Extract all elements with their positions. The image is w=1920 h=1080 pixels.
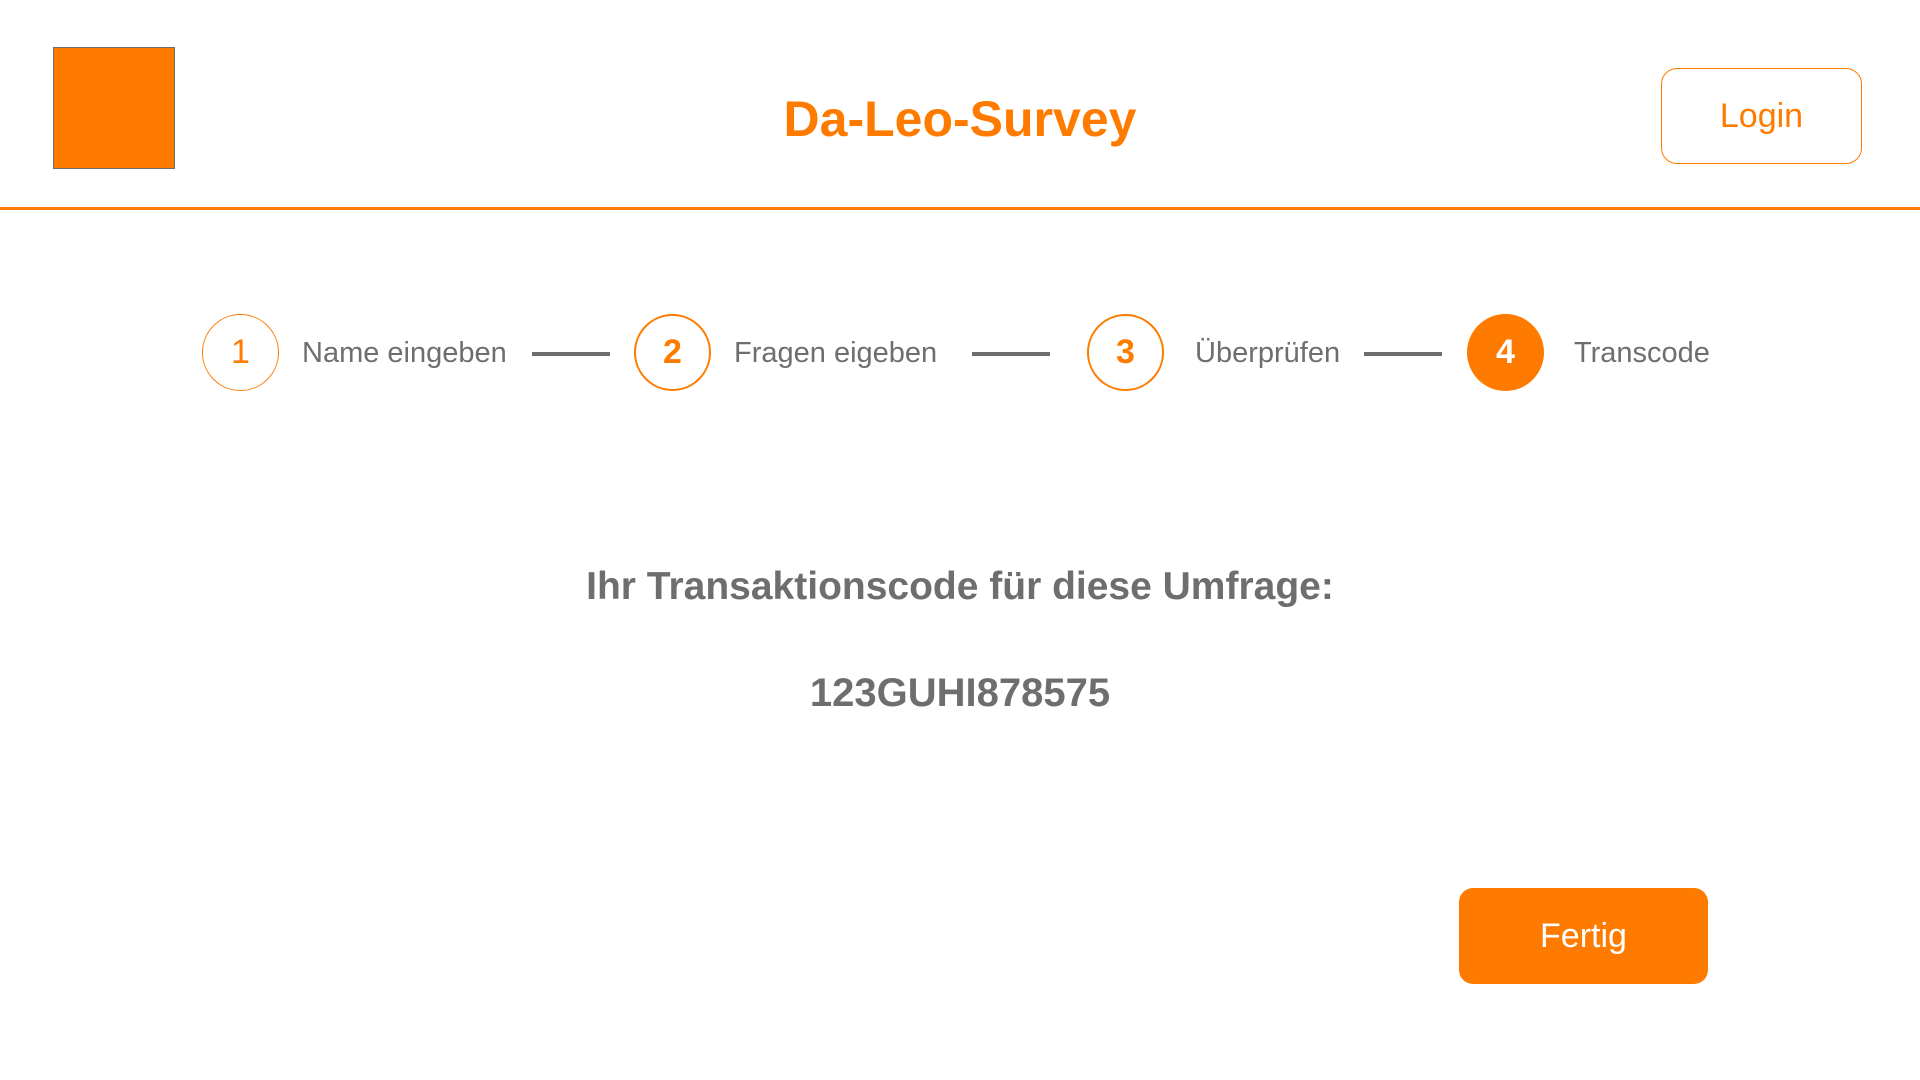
- step-2-label: Fragen eigeben: [734, 337, 938, 369]
- step-connector: [972, 352, 1050, 356]
- header-divider: [0, 207, 1920, 210]
- step-1-circle: 1: [202, 314, 279, 391]
- step-3-label: Überprüfen: [1195, 337, 1341, 369]
- login-button[interactable]: Login: [1661, 68, 1862, 164]
- step-connector: [1364, 352, 1442, 356]
- transaction-code: 123GUHI878575: [809, 671, 1111, 715]
- step-2-circle: 2: [634, 314, 711, 391]
- survey-page: Da-Leo-Survey Login 1 Name eingeben 2 Fr…: [0, 0, 1920, 1080]
- finish-button[interactable]: Fertig: [1459, 888, 1708, 984]
- step-1-label: Name eingeben: [302, 337, 507, 369]
- step-4-label: Transcode: [1574, 337, 1710, 369]
- step-4-circle: 4: [1467, 314, 1544, 391]
- step-3-circle: 3: [1087, 314, 1164, 391]
- step-connector: [532, 352, 610, 356]
- transaction-code-heading: Ihr Transaktionscode für diese Umfrage:: [586, 565, 1334, 608]
- app-title: Da-Leo-Survey: [783, 91, 1137, 147]
